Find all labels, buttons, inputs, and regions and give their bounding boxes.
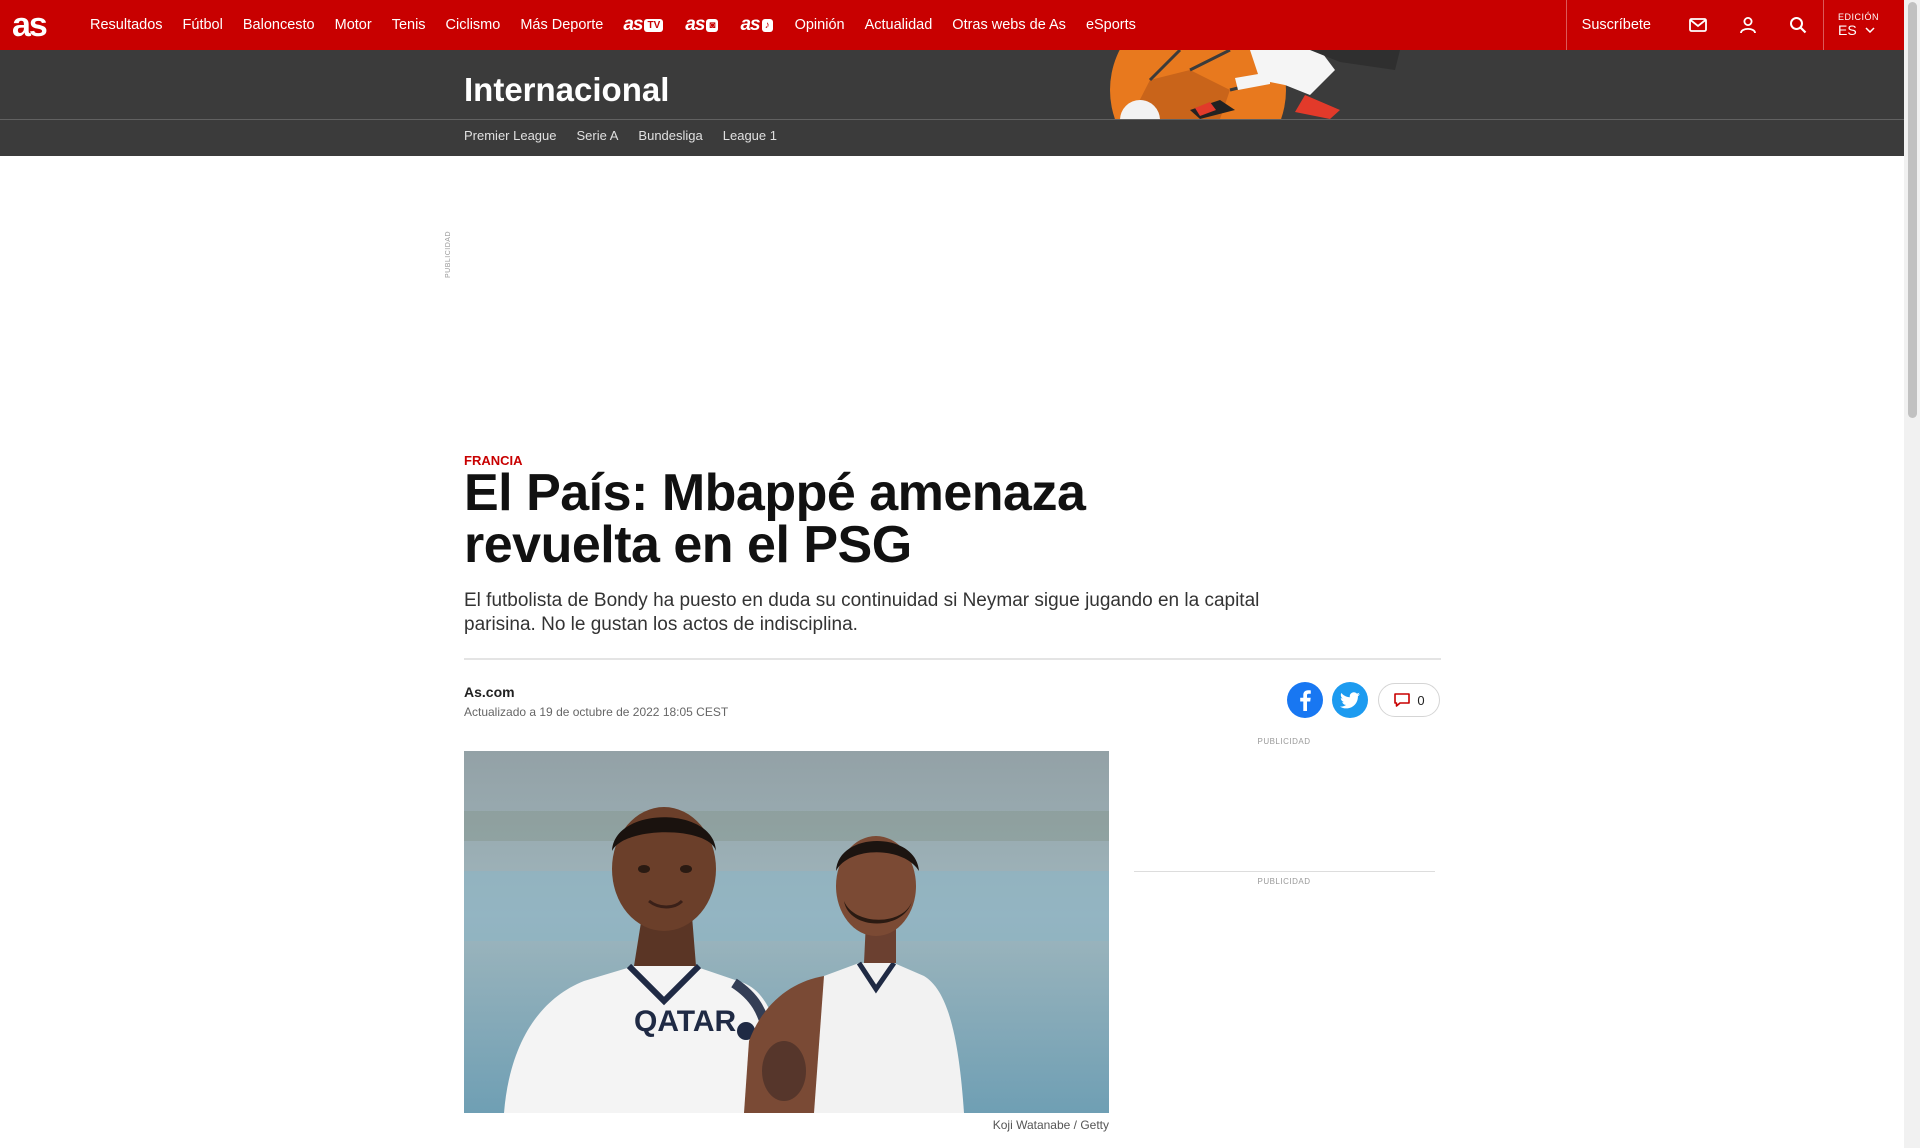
nav-link-mas-deporte[interactable]: Más Deporte bbox=[520, 17, 603, 33]
comment-icon bbox=[1394, 693, 1411, 707]
nav-link-ciclismo[interactable]: Ciclismo bbox=[446, 17, 501, 33]
section-divider bbox=[0, 119, 1904, 120]
edition-selector[interactable]: EDICIÓN ES bbox=[1823, 0, 1904, 50]
shirt-text: QATAR bbox=[634, 1005, 737, 1038]
section-title[interactable]: Internacional bbox=[464, 71, 669, 109]
twitter-icon bbox=[1340, 691, 1360, 708]
article-photo[interactable]: QATAR bbox=[464, 751, 1109, 1113]
nav-link-as-photo[interactable]: as ◙ bbox=[685, 14, 719, 36]
section-promo-image bbox=[1110, 50, 1402, 119]
article-date: Actualizado a 19 de octubre de 2022 18:0… bbox=[464, 705, 729, 719]
comments-button[interactable]: 0 bbox=[1378, 683, 1440, 717]
nav-link-as-podcast[interactable]: as ♪ bbox=[740, 14, 773, 36]
nav-link-as-tv[interactable]: as TV bbox=[623, 14, 664, 36]
nav-link-motor[interactable]: Motor bbox=[335, 17, 372, 33]
subnav-league-1[interactable]: League 1 bbox=[723, 128, 777, 143]
chevron-down-icon bbox=[1865, 27, 1875, 33]
ad-label-vertical: PUBLICIDAD bbox=[445, 230, 452, 278]
nav-link-futbol[interactable]: Fútbol bbox=[183, 17, 223, 33]
nav-link-actualidad[interactable]: Actualidad bbox=[865, 17, 933, 33]
section-subnav: Premier League Serie A Bundesliga League… bbox=[464, 128, 777, 143]
subnav-serie-a[interactable]: Serie A bbox=[577, 128, 619, 143]
subnav-premier-league[interactable]: Premier League bbox=[464, 128, 557, 143]
search-icon[interactable] bbox=[1773, 0, 1823, 50]
main-menu: Resultados Fútbol Baloncesto Motor Tenis… bbox=[90, 14, 1156, 36]
section-header: Internacional Premier League Serie A Bun… bbox=[0, 50, 1904, 156]
comments-count: 0 bbox=[1417, 692, 1425, 708]
top-nav: as Resultados Fútbol Baloncesto Motor Te… bbox=[0, 0, 1904, 50]
subnav-bundesliga[interactable]: Bundesliga bbox=[638, 128, 702, 143]
nav-link-baloncesto[interactable]: Baloncesto bbox=[243, 17, 315, 33]
mail-icon[interactable] bbox=[1673, 0, 1723, 50]
article-divider bbox=[464, 658, 1441, 660]
article-headline: El País: Mbappé amenaza revuelta en el P… bbox=[464, 464, 1086, 574]
ad-label-side-2: PUBLICIDAD bbox=[1257, 877, 1311, 886]
nav-link-tenis[interactable]: Tenis bbox=[392, 17, 426, 33]
scrollbar-thumb[interactable] bbox=[1908, 2, 1917, 418]
side-divider bbox=[1134, 871, 1435, 872]
edition-label: EDICIÓN bbox=[1838, 12, 1880, 22]
facebook-share-button[interactable] bbox=[1287, 682, 1323, 718]
article-author[interactable]: As.com bbox=[464, 684, 515, 700]
ad-label-side-1: PUBLICIDAD bbox=[1257, 737, 1311, 746]
nav-link-otras-webs[interactable]: Otras webs de As bbox=[952, 17, 1066, 33]
user-icon[interactable] bbox=[1723, 0, 1773, 50]
article-standfirst: El futbolista de Bondy ha puesto en duda… bbox=[464, 590, 1260, 635]
scrollbar[interactable] bbox=[1904, 0, 1920, 1148]
nav-link-opinion[interactable]: Opinión bbox=[795, 17, 845, 33]
twitter-share-button[interactable] bbox=[1332, 682, 1368, 718]
photo-credit: Koji Watanabe / Getty bbox=[992, 1118, 1109, 1132]
nav-right: Suscríbete EDICIÓN ES bbox=[1565, 0, 1904, 50]
nav-link-esports[interactable]: eSports bbox=[1086, 17, 1136, 33]
nav-link-resultados[interactable]: Resultados bbox=[90, 17, 163, 33]
facebook-icon bbox=[1300, 690, 1311, 711]
edition-value: ES bbox=[1838, 22, 1904, 38]
subscribe-link[interactable]: Suscríbete bbox=[1565, 0, 1673, 50]
as-logo[interactable]: as bbox=[12, 0, 66, 50]
